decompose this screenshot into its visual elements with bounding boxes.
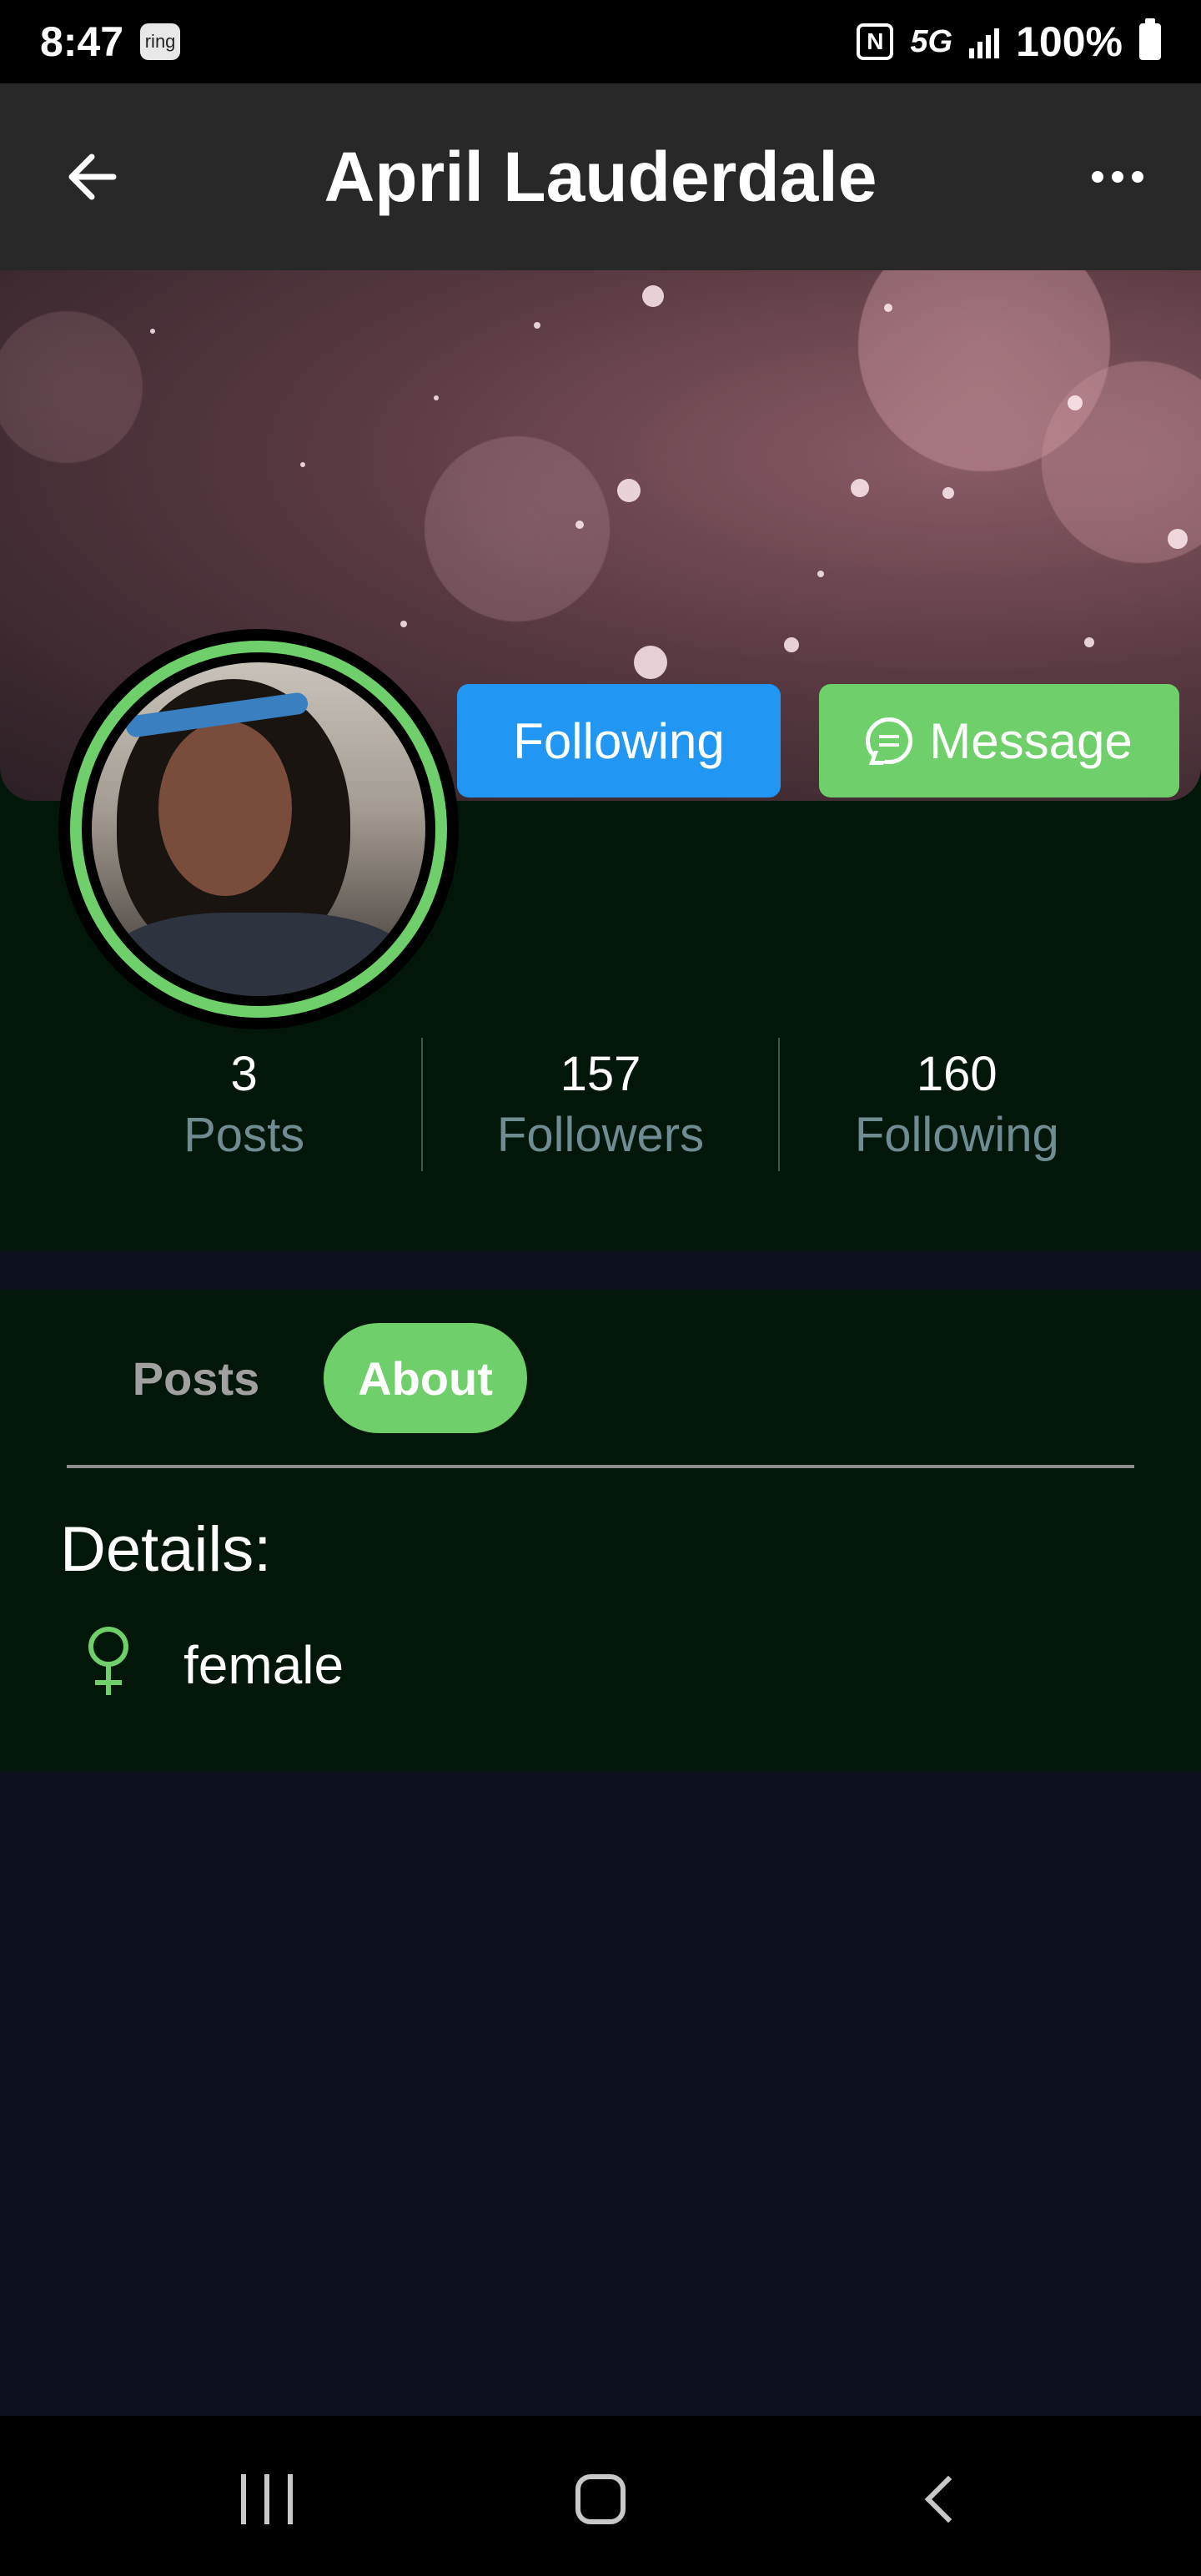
profile-stats: 3 Posts 157 Followers 160 Following bbox=[67, 1038, 1134, 1171]
tab-divider bbox=[67, 1465, 1134, 1468]
stat-label: Followers bbox=[496, 1108, 705, 1162]
stat-posts[interactable]: 3 Posts bbox=[67, 1038, 421, 1171]
stat-value: 3 bbox=[230, 1047, 258, 1101]
status-time: 8:47 bbox=[40, 18, 124, 65]
chat-bubble-icon bbox=[866, 717, 913, 764]
system-navigation-bar bbox=[0, 2416, 1201, 2576]
back-button[interactable] bbox=[50, 135, 133, 219]
home-icon bbox=[575, 2474, 626, 2524]
details-heading: Details: bbox=[60, 1514, 272, 1585]
avatar-photo bbox=[92, 662, 425, 996]
screen: 8:47 ring N 5G 100% April Lauderdale Fol… bbox=[0, 0, 1201, 2576]
battery-icon bbox=[1139, 18, 1161, 60]
gender-row: female bbox=[83, 1623, 344, 1707]
signal-icon bbox=[969, 25, 1000, 58]
stat-value: 160 bbox=[916, 1047, 997, 1101]
profile-header: Following Message 3 Posts 157 Followers … bbox=[0, 270, 1201, 1251]
tab-about[interactable]: About bbox=[324, 1323, 527, 1433]
app-bar: April Lauderdale bbox=[0, 83, 1201, 270]
more-horizontal-icon bbox=[1092, 171, 1103, 183]
female-symbol-icon bbox=[83, 1623, 133, 1707]
stat-following[interactable]: 160 Following bbox=[777, 1038, 1134, 1171]
system-back-button[interactable] bbox=[909, 2466, 976, 2533]
gender-value: female bbox=[183, 1635, 344, 1695]
recents-button[interactable] bbox=[225, 2466, 309, 2533]
ring-notification-icon: ring bbox=[140, 23, 181, 60]
arrow-left-icon bbox=[68, 153, 117, 200]
page-title: April Lauderdale bbox=[324, 137, 877, 216]
message-button[interactable]: Message bbox=[819, 684, 1179, 797]
status-indicators: N 5G 100% bbox=[857, 18, 1161, 66]
more-options-button[interactable] bbox=[1076, 135, 1159, 219]
tab-posts[interactable]: Posts bbox=[108, 1323, 284, 1433]
stat-followers[interactable]: 157 Followers bbox=[421, 1038, 777, 1171]
status-bar: 8:47 ring N 5G 100% bbox=[0, 0, 1201, 83]
following-button[interactable]: Following bbox=[457, 684, 781, 797]
chevron-left-icon bbox=[924, 2475, 972, 2523]
stat-label: Posts bbox=[183, 1108, 305, 1162]
profile-avatar[interactable] bbox=[58, 629, 459, 1029]
network-type: 5G bbox=[910, 23, 953, 59]
stat-value: 157 bbox=[560, 1047, 641, 1101]
battery-percent: 100% bbox=[1016, 18, 1123, 65]
home-button[interactable] bbox=[567, 2466, 634, 2533]
message-button-label: Message bbox=[929, 712, 1133, 769]
stat-label: Following bbox=[854, 1108, 1059, 1162]
profile-tabs-section: Posts About Details: female bbox=[0, 1290, 1201, 1772]
nfc-icon: N bbox=[857, 23, 894, 60]
